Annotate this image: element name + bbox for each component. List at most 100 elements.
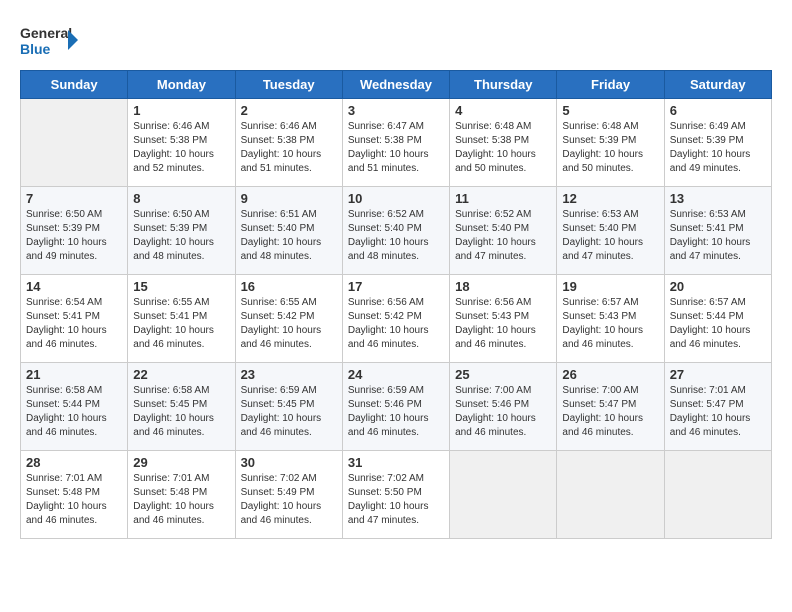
day-info: Sunrise: 6:48 AM Sunset: 5:38 PM Dayligh… — [455, 120, 551, 176]
day-number: 15 — [133, 279, 229, 294]
calendar-cell — [450, 451, 557, 539]
calendar-cell: 21Sunrise: 6:58 AM Sunset: 5:44 PM Dayli… — [21, 363, 128, 451]
days-header-row: SundayMondayTuesdayWednesdayThursdayFrid… — [21, 71, 772, 99]
calendar-cell: 9 Sunrise: 6:51 AM Sunset: 5:40 PM Daylig… — [235, 187, 342, 275]
day-info: Sunrise: 6:52 AM Sunset: 5:40 PM Dayligh… — [348, 208, 444, 264]
day-info: Sunrise: 6:59 AM Sunset: 5:46 PM Dayligh… — [348, 384, 444, 440]
day-number: 26 — [562, 367, 658, 382]
calendar-cell: 25 Sunrise: 7:00 AM Sunset: 5:46 PM Dayli… — [450, 363, 557, 451]
day-info: Sunrise: 6:59 AM Sunset: 5:45 PM Dayligh… — [241, 384, 337, 440]
calendar-cell: 26 Sunrise: 7:00 AM Sunset: 5:47 PM Dayli… — [557, 363, 664, 451]
calendar-cell: 2Sunrise: 6:46 AM Sunset: 5:38 PM Daylig… — [235, 99, 342, 187]
day-number: 27 — [670, 367, 766, 382]
week-row-1: 1 Sunrise: 6:46 AM Sunset: 5:38 PM Daylig… — [21, 99, 772, 187]
calendar-cell: 5 Sunrise: 6:48 AM Sunset: 5:39 PM Daylig… — [557, 99, 664, 187]
calendar-cell: 30 Sunrise: 7:02 AM Sunset: 5:49 PM Dayli… — [235, 451, 342, 539]
day-info: Sunrise: 6:56 AM Sunset: 5:42 PM Dayligh… — [348, 296, 444, 352]
calendar-cell — [557, 451, 664, 539]
day-header-thursday: Thursday — [450, 71, 557, 99]
day-number: 9 — [241, 191, 337, 206]
day-number: 11 — [455, 191, 551, 206]
day-header-friday: Friday — [557, 71, 664, 99]
day-number: 14 — [26, 279, 122, 294]
day-info: Sunrise: 6:49 AM Sunset: 5:39 PM Dayligh… — [670, 120, 766, 176]
day-info: Sunrise: 6:58 AM Sunset: 5:44 PM Dayligh… — [26, 384, 122, 440]
day-info: Sunrise: 6:46 AM Sunset: 5:38 PM Dayligh… — [241, 120, 337, 176]
day-number: 19 — [562, 279, 658, 294]
day-info: Sunrise: 6:50 AM Sunset: 5:39 PM Dayligh… — [26, 208, 122, 264]
svg-text:General: General — [20, 25, 72, 41]
week-row-5: 28 Sunrise: 7:01 AM Sunset: 5:48 PM Dayli… — [21, 451, 772, 539]
page-header: GeneralBlue — [20, 20, 772, 60]
calendar-cell: 28 Sunrise: 7:01 AM Sunset: 5:48 PM Dayli… — [21, 451, 128, 539]
day-info: Sunrise: 6:56 AM Sunset: 5:43 PM Dayligh… — [455, 296, 551, 352]
calendar-cell: 18 Sunrise: 6:56 AM Sunset: 5:43 PM Dayli… — [450, 275, 557, 363]
day-info: Sunrise: 6:55 AM Sunset: 5:42 PM Dayligh… — [241, 296, 337, 352]
day-header-tuesday: Tuesday — [235, 71, 342, 99]
calendar-cell: 29Sunrise: 7:01 AM Sunset: 5:48 PM Dayli… — [128, 451, 235, 539]
calendar-cell: 15 Sunrise: 6:55 AM Sunset: 5:41 PM Dayli… — [128, 275, 235, 363]
calendar-cell: 17Sunrise: 6:56 AM Sunset: 5:42 PM Dayli… — [342, 275, 449, 363]
day-number: 31 — [348, 455, 444, 470]
calendar-cell: 27 Sunrise: 7:01 AM Sunset: 5:47 PM Dayli… — [664, 363, 771, 451]
day-info: Sunrise: 6:55 AM Sunset: 5:41 PM Dayligh… — [133, 296, 229, 352]
calendar-cell: 7 Sunrise: 6:50 AM Sunset: 5:39 PM Daylig… — [21, 187, 128, 275]
day-number: 7 — [26, 191, 122, 206]
day-number: 28 — [26, 455, 122, 470]
day-info: Sunrise: 7:01 AM Sunset: 5:47 PM Dayligh… — [670, 384, 766, 440]
day-info: Sunrise: 6:53 AM Sunset: 5:41 PM Dayligh… — [670, 208, 766, 264]
day-info: Sunrise: 6:46 AM Sunset: 5:38 PM Dayligh… — [133, 120, 229, 176]
day-header-sunday: Sunday — [21, 71, 128, 99]
day-number: 4 — [455, 103, 551, 118]
calendar-cell: 8Sunrise: 6:50 AM Sunset: 5:39 PM Daylig… — [128, 187, 235, 275]
logo: GeneralBlue — [20, 20, 80, 60]
day-info: Sunrise: 7:01 AM Sunset: 5:48 PM Dayligh… — [26, 472, 122, 528]
calendar-cell: 11Sunrise: 6:52 AM Sunset: 5:40 PM Dayli… — [450, 187, 557, 275]
day-number: 13 — [670, 191, 766, 206]
day-info: Sunrise: 6:54 AM Sunset: 5:41 PM Dayligh… — [26, 296, 122, 352]
day-number: 1 — [133, 103, 229, 118]
calendar-cell: 12 Sunrise: 6:53 AM Sunset: 5:40 PM Dayli… — [557, 187, 664, 275]
calendar-cell: 20 Sunrise: 6:57 AM Sunset: 5:44 PM Dayli… — [664, 275, 771, 363]
calendar-cell: 3 Sunrise: 6:47 AM Sunset: 5:38 PM Daylig… — [342, 99, 449, 187]
calendar-cell — [664, 451, 771, 539]
calendar-cell — [21, 99, 128, 187]
day-number: 30 — [241, 455, 337, 470]
day-info: Sunrise: 6:51 AM Sunset: 5:40 PM Dayligh… — [241, 208, 337, 264]
day-number: 23 — [241, 367, 337, 382]
day-number: 18 — [455, 279, 551, 294]
day-number: 25 — [455, 367, 551, 382]
day-info: Sunrise: 6:48 AM Sunset: 5:39 PM Dayligh… — [562, 120, 658, 176]
calendar-cell: 14 Sunrise: 6:54 AM Sunset: 5:41 PM Dayli… — [21, 275, 128, 363]
day-info: Sunrise: 7:00 AM Sunset: 5:47 PM Dayligh… — [562, 384, 658, 440]
svg-text:Blue: Blue — [20, 41, 51, 57]
day-info: Sunrise: 6:57 AM Sunset: 5:44 PM Dayligh… — [670, 296, 766, 352]
day-info: Sunrise: 6:57 AM Sunset: 5:43 PM Dayligh… — [562, 296, 658, 352]
day-info: Sunrise: 6:53 AM Sunset: 5:40 PM Dayligh… — [562, 208, 658, 264]
day-info: Sunrise: 7:02 AM Sunset: 5:49 PM Dayligh… — [241, 472, 337, 528]
day-number: 12 — [562, 191, 658, 206]
day-number: 6 — [670, 103, 766, 118]
day-info: Sunrise: 6:58 AM Sunset: 5:45 PM Dayligh… — [133, 384, 229, 440]
day-info: Sunrise: 6:50 AM Sunset: 5:39 PM Dayligh… — [133, 208, 229, 264]
day-number: 5 — [562, 103, 658, 118]
day-info: Sunrise: 6:47 AM Sunset: 5:38 PM Dayligh… — [348, 120, 444, 176]
day-number: 22 — [133, 367, 229, 382]
calendar-cell: 24 Sunrise: 6:59 AM Sunset: 5:46 PM Dayli… — [342, 363, 449, 451]
day-number: 24 — [348, 367, 444, 382]
day-header-monday: Monday — [128, 71, 235, 99]
week-row-3: 14 Sunrise: 6:54 AM Sunset: 5:41 PM Dayli… — [21, 275, 772, 363]
day-number: 3 — [348, 103, 444, 118]
week-row-2: 7 Sunrise: 6:50 AM Sunset: 5:39 PM Daylig… — [21, 187, 772, 275]
day-info: Sunrise: 7:01 AM Sunset: 5:48 PM Dayligh… — [133, 472, 229, 528]
calendar-cell: 10Sunrise: 6:52 AM Sunset: 5:40 PM Dayli… — [342, 187, 449, 275]
calendar-cell: 6 Sunrise: 6:49 AM Sunset: 5:39 PM Daylig… — [664, 99, 771, 187]
calendar-cell: 19 Sunrise: 6:57 AM Sunset: 5:43 PM Dayli… — [557, 275, 664, 363]
day-number: 20 — [670, 279, 766, 294]
calendar-cell: 1 Sunrise: 6:46 AM Sunset: 5:38 PM Daylig… — [128, 99, 235, 187]
day-header-saturday: Saturday — [664, 71, 771, 99]
calendar-cell: 31Sunrise: 7:02 AM Sunset: 5:50 PM Dayli… — [342, 451, 449, 539]
day-number: 16 — [241, 279, 337, 294]
day-info: Sunrise: 7:00 AM Sunset: 5:46 PM Dayligh… — [455, 384, 551, 440]
logo-svg: GeneralBlue — [20, 20, 80, 60]
